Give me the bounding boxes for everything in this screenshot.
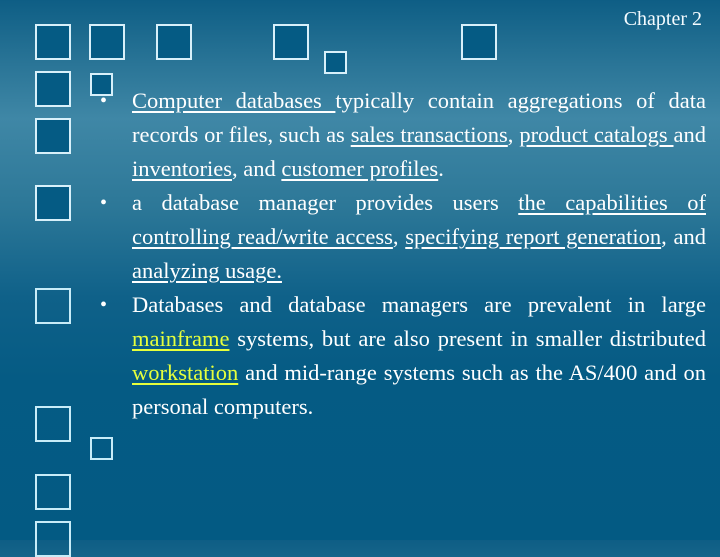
underlined-term: analyzing usage. <box>132 258 282 283</box>
decorative-square <box>35 474 71 510</box>
bullet-text: and <box>673 122 707 147</box>
underlined-term: customer profiles <box>281 156 439 181</box>
bullet-item: • a database manager provides users the c… <box>100 186 706 288</box>
decorative-square <box>35 118 71 154</box>
bullet-text: a database manager provides users <box>132 190 519 215</box>
bullet-item: • Computer databases typically contain ag… <box>100 84 707 186</box>
decorative-square <box>156 24 192 60</box>
decorative-square <box>35 406 71 442</box>
decorative-square <box>35 71 71 107</box>
bullet-item: • Databases and database managers are pr… <box>100 288 706 424</box>
bullet-text: . <box>438 156 444 181</box>
bullet-text: , <box>507 122 520 147</box>
decorative-square <box>35 521 71 557</box>
decorative-square <box>461 24 497 60</box>
decorative-square <box>273 24 309 60</box>
bullet-text: , and <box>231 156 282 181</box>
decorative-square <box>89 24 125 60</box>
decorative-square <box>35 24 71 60</box>
decorative-square <box>324 51 347 74</box>
bullet-text: , <box>392 224 406 249</box>
decorative-square <box>35 185 71 221</box>
decorative-square <box>35 288 71 324</box>
bullet-text: , and <box>661 224 706 249</box>
decorative-square <box>90 437 113 460</box>
bullet-list: • Computer databases typically contain ag… <box>100 84 707 424</box>
highlighted-term: mainframe <box>132 326 230 351</box>
underlined-term: product catalogs <box>519 122 674 147</box>
bullet-marker: • <box>100 192 108 214</box>
underlined-term: sales transactions <box>350 122 508 147</box>
bullet-marker: • <box>100 294 108 316</box>
highlighted-term: workstation <box>132 360 239 385</box>
bullet-text: systems, but are also present in smaller… <box>229 326 706 351</box>
bullet-text: Databases and database managers are prev… <box>132 292 706 317</box>
chapter-header: Chapter 2 <box>623 8 702 30</box>
underlined-term: inventories <box>132 156 232 181</box>
bullet-marker: • <box>100 90 108 112</box>
underlined-term: specifying report generation <box>405 224 662 249</box>
underlined-term: Computer databases <box>132 88 336 113</box>
